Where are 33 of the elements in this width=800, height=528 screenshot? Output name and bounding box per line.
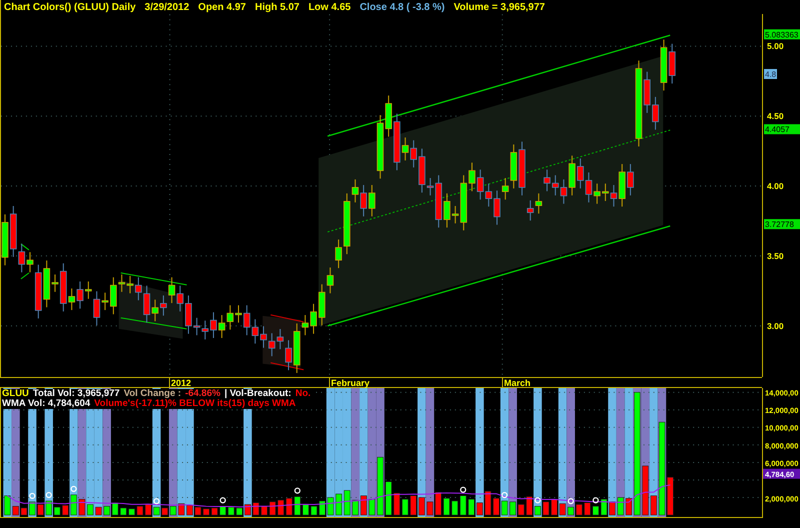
channel-line (270, 314, 304, 322)
chart-title: Chart Colors() (GLUU) Daily (4, 2, 136, 12)
total-volume: Total Vol: 3,965,977 (32, 389, 120, 399)
price-tick-label: 3.50 (767, 251, 784, 261)
price-tick-label: 4.50 (767, 111, 784, 121)
candlestick (368, 184, 376, 217)
price-tick-label: 3.00 (767, 321, 784, 331)
volume-change-label: Vol Change : (124, 389, 182, 399)
quote-field: Volume = 3,965,977 (454, 2, 545, 12)
price-tick-label: 4.00 (767, 181, 784, 191)
quote-field: Open 4.97 (198, 2, 246, 12)
volume-breakout-value: No. (295, 389, 311, 399)
price-marker: 5.083363 (764, 29, 800, 40)
chart-date: 3/29/2012 (144, 2, 190, 12)
price-marker: 3.72778 (764, 219, 800, 230)
candlestick (652, 96, 659, 130)
channel-line (270, 362, 304, 370)
wma-comparison-note: Volume's(-17.11)% BELOW its(15) days WMA (94, 399, 296, 409)
price-tick-label: 5.00 (767, 41, 784, 51)
wma-volume: WMA Vol: 4,784,604 (2, 399, 90, 409)
quote-field: Close 4.8 ( -3.8 %) (360, 2, 445, 12)
volume-change-value: -64.86% (185, 389, 220, 399)
volume-symbol: GLUU (2, 389, 29, 399)
channel-line (20, 272, 30, 280)
volume-breakout-label: | Vol-Breakout: (224, 389, 292, 399)
channel-line (120, 317, 188, 330)
quote-field: Low 4.65 (308, 2, 351, 12)
price-marker: 4.4057 (764, 124, 800, 134)
channel-line (20, 243, 30, 250)
candlestick (627, 164, 634, 196)
price-marker: 4.8 (764, 69, 777, 79)
quote-field: High 5.07 (254, 2, 300, 12)
channel-line (120, 272, 188, 286)
